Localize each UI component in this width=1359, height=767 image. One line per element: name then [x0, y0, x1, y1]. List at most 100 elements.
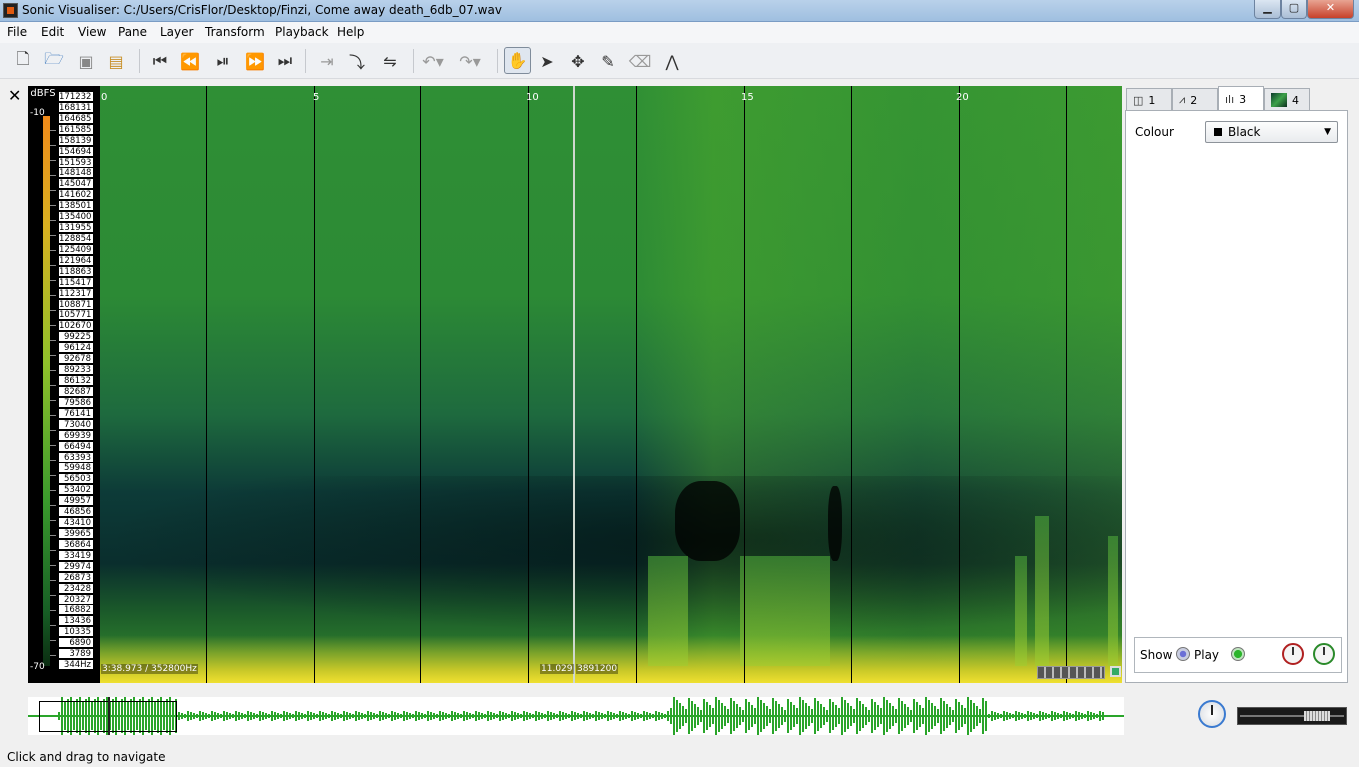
time-grid-line — [528, 86, 529, 683]
play-pause-button[interactable]: ⏯ — [211, 49, 235, 73]
open-folder-icon: 🗁 — [44, 48, 64, 68]
show-toggle[interactable] — [1176, 647, 1190, 661]
zoom-reset-button[interactable] — [1110, 666, 1121, 677]
time-grid-line — [851, 86, 852, 683]
frequency-tick-label: 344Hz — [59, 660, 93, 671]
navigate-tool-button[interactable]: ✋ — [504, 47, 531, 74]
menu-layer[interactable]: Layer — [160, 25, 193, 39]
open-button[interactable]: 🗁 — [42, 49, 66, 73]
menu-file[interactable]: File — [7, 25, 27, 39]
zoom-wheel[interactable] — [1037, 666, 1105, 679]
frequency-tick-label: 108871 — [59, 299, 93, 310]
play-toggle[interactable] — [1231, 647, 1245, 661]
undo-button[interactable]: ↶▾ — [421, 49, 445, 73]
spectrogram-feature — [828, 486, 842, 561]
frequency-tick-label: 115417 — [59, 277, 93, 288]
frequency-tick-label: 66494 — [59, 441, 93, 452]
close-window-button[interactable]: ✕ — [1307, 0, 1354, 19]
frequency-tick-label: 59948 — [59, 463, 93, 474]
play-selection-icon: ⇥ — [320, 51, 334, 71]
pan-knob[interactable] — [1313, 643, 1335, 665]
position-readout: 3:38.973 / 352800Hz — [101, 664, 198, 674]
loop-icon: ⇋ — [383, 51, 397, 71]
minimize-button[interactable]: ▁ — [1254, 0, 1281, 19]
time-label: 5 — [313, 92, 320, 103]
move-tool-button[interactable]: ✥ — [566, 49, 590, 73]
minimize-icon: ▁ — [1263, 1, 1272, 14]
frequency-tick-label: 56503 — [59, 474, 93, 485]
save-icon: ▣ — [78, 51, 94, 71]
frequency-tick-label: 135400 — [59, 212, 93, 223]
tab-label: 3 — [1239, 92, 1247, 106]
property-tabs: ◫ 1 ⩘ 2 ılı 3 4 — [1125, 86, 1349, 111]
playhead-frame-readout: 3891200 — [576, 664, 619, 674]
save-session-button[interactable]: ▤ — [104, 49, 128, 73]
frequency-tick-label: 171232 — [59, 92, 93, 102]
tab-pane[interactable]: ◫ 1 — [1126, 88, 1172, 111]
frequency-tick-label: 39965 — [59, 528, 93, 539]
gain-knob[interactable] — [1282, 643, 1304, 665]
frequency-tick-label: 82687 — [59, 386, 93, 397]
maximize-button[interactable]: ▢ — [1281, 0, 1307, 19]
colour-swatch — [1214, 128, 1222, 136]
overview-playhead — [108, 697, 110, 735]
spectrogram-feature — [1108, 536, 1118, 666]
play-pause-icon: ⏯ — [216, 51, 230, 70]
undo-icon: ↶▾ — [422, 51, 444, 71]
time-grid-line — [959, 86, 960, 683]
frequency-tick-label: 158139 — [59, 135, 93, 146]
title-bar: Sonic Visualiser: C:/Users/CrisFlor/Desk… — [0, 0, 1359, 22]
spectrogram-view[interactable]: 0 5 10 15 20 3:38.973 / 352800Hz 11.029 … — [100, 86, 1122, 683]
play-selection-button[interactable]: ⇥ — [315, 49, 339, 73]
select-tool-button[interactable]: ➤ — [535, 49, 559, 73]
tab-waveform[interactable]: ⩘ 2 — [1172, 88, 1218, 111]
draw-tool-button[interactable]: ✎ — [596, 49, 620, 73]
frequency-tick-label: 49957 — [59, 496, 93, 507]
menu-edit[interactable]: Edit — [41, 25, 64, 39]
pane-layout-icon: ◫ — [1133, 93, 1144, 107]
frequency-tick-label: 121964 — [59, 255, 93, 266]
colour-label: Colour — [1135, 125, 1174, 139]
level-slider-handle[interactable] — [1304, 711, 1330, 721]
overview-waveform[interactable] — [28, 697, 1124, 735]
time-grid-line — [206, 86, 207, 683]
tab-time-ruler[interactable]: ılı 3 — [1218, 86, 1264, 111]
frequency-tick-label: 131955 — [59, 223, 93, 234]
measure-tool-button[interactable]: ⋀ — [660, 49, 684, 73]
property-body: Colour Black ▼ Show Play — [1125, 110, 1348, 683]
playback-speed-knob[interactable] — [1198, 700, 1226, 728]
play-label: Play — [1194, 648, 1220, 662]
frequency-tick-label: 53402 — [59, 485, 93, 496]
ffwd-end-icon: ⏭ — [277, 51, 293, 70]
follow-playback-button[interactable]: ⤵ — [345, 49, 369, 73]
menu-playback[interactable]: Playback — [275, 25, 329, 39]
frequency-tick-label: 16882 — [59, 605, 93, 616]
save-button[interactable]: ▣ — [74, 49, 98, 73]
close-pane-button[interactable]: ✕ — [8, 86, 21, 105]
loop-button[interactable]: ⇋ — [378, 49, 402, 73]
spectrogram-feature — [1015, 556, 1027, 666]
navigate-hand-icon: ✋ — [507, 51, 528, 70]
fast-forward-button[interactable]: ⏩ — [243, 49, 267, 73]
frequency-tick-label: 76141 — [59, 408, 93, 419]
menu-transform[interactable]: Transform — [205, 25, 265, 39]
tab-spectrogram[interactable]: 4 — [1264, 88, 1310, 111]
colour-dropdown[interactable]: Black ▼ — [1205, 121, 1338, 143]
menu-pane[interactable]: Pane — [118, 25, 147, 39]
rewind-start-button[interactable]: ⏮ — [148, 49, 172, 73]
colour-value: Black — [1228, 125, 1261, 139]
move-icon: ✥ — [571, 51, 585, 71]
new-file-button[interactable]: 🗋 — [11, 49, 35, 73]
erase-tool-button[interactable]: ⌫ — [628, 49, 652, 73]
spectrogram-thumbnail-icon — [1271, 93, 1287, 107]
spectrogram-feature — [740, 556, 830, 666]
playhead-line[interactable] — [573, 86, 575, 683]
redo-button[interactable]: ↷▾ — [458, 49, 482, 73]
ffwd-end-button[interactable]: ⏭ — [273, 49, 297, 73]
menu-help[interactable]: Help — [337, 25, 364, 39]
spectrogram-feature — [1035, 516, 1049, 666]
rewind-button[interactable]: ⏪ — [178, 49, 202, 73]
output-level-meter[interactable] — [1237, 707, 1347, 725]
spectrogram-pane[interactable]: dBFS -10 -70 171232 168131 164685 161585 158… — [28, 86, 1122, 683]
menu-view[interactable]: View — [78, 25, 106, 39]
